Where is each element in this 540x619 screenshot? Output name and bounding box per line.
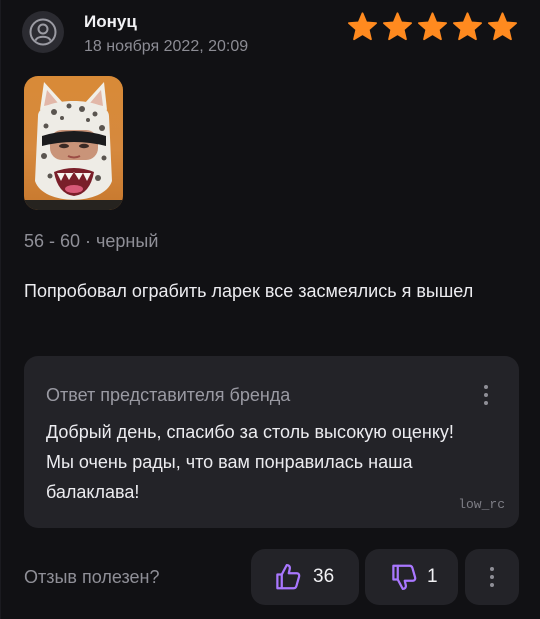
star-icon <box>383 12 412 41</box>
user-avatar-icon <box>22 11 64 53</box>
star-icon <box>418 12 447 41</box>
like-count: 36 <box>313 566 335 587</box>
reply-more-vertical-icon[interactable] <box>479 380 493 410</box>
review-date: 18 ноября 2022, 20:09 <box>84 38 249 55</box>
thumbs-up-icon <box>276 564 301 590</box>
star-icon <box>348 12 377 41</box>
more-vertical-icon <box>487 563 497 591</box>
like-button[interactable]: 36 <box>251 549 359 605</box>
star-icon <box>488 12 517 41</box>
review-author: Ионуц <box>84 12 137 31</box>
star-icon <box>453 12 482 41</box>
review-photo-thumbnail[interactable] <box>24 76 123 210</box>
reply-title: Ответ представителя бренда <box>46 385 291 405</box>
review-card: Ионуц 18 ноября 2022, 20:09 56 - 60 · че… <box>0 0 540 619</box>
helpful-label: Отзыв полезен? <box>24 567 160 587</box>
thumbs-down-icon <box>392 564 417 590</box>
dislike-count: 1 <box>427 566 438 587</box>
rating-stars <box>347 12 518 41</box>
reply-text: Добрый день, спасибо за столь высокую оц… <box>46 422 454 502</box>
review-text: Попробовал ограбить ларек все засмеялись… <box>24 281 474 301</box>
more-options-button[interactable] <box>465 549 519 605</box>
product-variant: 56 - 60 · черный <box>24 231 159 251</box>
reply-signature: low_rc <box>458 497 505 512</box>
brand-reply: Ответ представителя бренда Добрый день, … <box>24 356 519 528</box>
dislike-button[interactable]: 1 <box>365 549 458 605</box>
